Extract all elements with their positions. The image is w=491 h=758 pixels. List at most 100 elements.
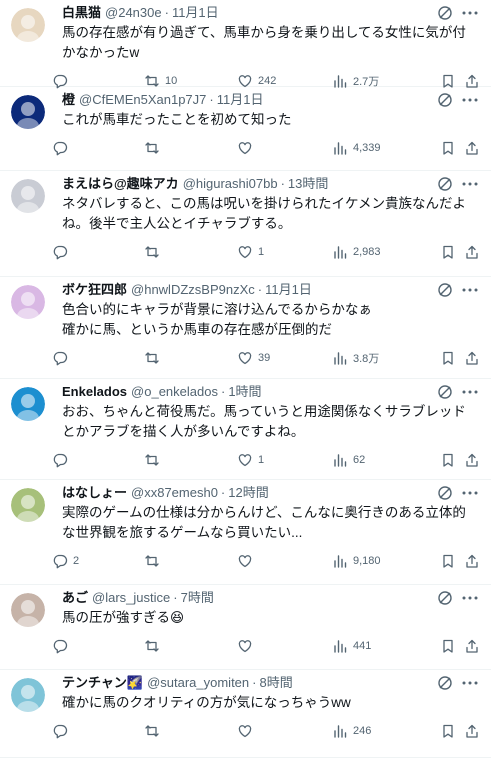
reply-tweet[interactable]: Enkelados @o_enkelados · 1時間 おお、ちゃんと荷役馬だ… [0,379,491,480]
bookmark-icon [443,554,453,568]
like-button[interactable] [237,637,258,655]
reply-tweet[interactable]: テンチャン🌠 @sutara_yomiten · 8時間 確かに馬のクオリティの… [0,670,491,758]
user-handle[interactable]: @o_enkelados [131,383,218,401]
timestamp[interactable]: 11月1日 [172,4,219,22]
share-button[interactable] [464,722,480,740]
reply-button[interactable] [52,139,73,157]
display-name[interactable]: はなしょー [62,484,127,502]
avatar[interactable] [11,8,45,42]
grok-icon[interactable] [437,384,453,400]
bookmark-button[interactable] [440,552,456,570]
more-options-icon[interactable] [461,92,479,108]
views-button[interactable]: 246 [332,722,371,740]
display-name[interactable]: テンチャン🌠 [62,674,143,692]
like-button[interactable]: 39 [237,349,270,367]
reply-button[interactable] [52,349,73,367]
grok-icon[interactable] [437,5,453,21]
views-button[interactable]: 4,339 [332,139,381,157]
grok-icon[interactable] [437,92,453,108]
reply-tweet[interactable]: 橙 @CfEMEn5Xan1p7J7 · 11月1日 これが馬車だったことを初め… [0,87,491,171]
more-options-icon[interactable] [461,485,479,501]
bookmark-button[interactable] [440,451,456,469]
user-handle[interactable]: @hnwlDZzsBP9nzXc [131,281,255,299]
avatar[interactable] [11,488,45,522]
views-button[interactable]: 9,180 [332,552,381,570]
more-options-icon[interactable] [461,176,479,192]
display-name[interactable]: Enkelados [62,383,127,401]
retweet-button[interactable] [144,722,165,740]
retweet-button[interactable] [144,451,165,469]
views-button[interactable]: 3.8万 [332,349,379,367]
reply-tweet[interactable]: はなしょー @xx87emesh0 · 12時間 実際のゲームの仕様は分からんけ… [0,480,491,585]
user-handle[interactable]: @24n30e [105,4,162,22]
reply-tweet[interactable]: まえはら@趣味アカ @higurashi07bb · 13時間 ネタバレすると、… [0,171,491,277]
retweet-button[interactable] [144,349,165,367]
more-options-icon[interactable] [461,384,479,400]
timestamp[interactable]: 12時間 [228,484,268,502]
share-button[interactable] [464,349,480,367]
grok-icon[interactable] [437,590,453,606]
avatar[interactable] [11,179,45,213]
share-button[interactable] [464,243,480,261]
reply-button[interactable] [52,451,73,469]
reply-button[interactable] [52,243,73,261]
timestamp[interactable]: 13時間 [288,175,328,193]
bookmark-button[interactable] [440,637,456,655]
user-handle[interactable]: @lars_justice [92,589,170,607]
grok-icon[interactable] [437,176,453,192]
reply-button[interactable]: 2 [52,552,79,570]
timestamp[interactable]: 11月1日 [217,91,264,109]
display-name[interactable]: 白黒猫 [62,4,101,22]
reply-button[interactable] [52,637,73,655]
user-handle[interactable]: @xx87emesh0 [131,484,218,502]
bookmark-button[interactable] [440,243,456,261]
share-button[interactable] [464,637,480,655]
more-options-icon[interactable] [461,590,479,606]
reply-button[interactable] [52,722,73,740]
views-button[interactable]: 441 [332,637,371,655]
timestamp[interactable]: 11月1日 [265,281,312,299]
share-button[interactable] [464,451,480,469]
avatar[interactable] [11,678,45,712]
retweet-button[interactable] [144,637,165,655]
bookmark-button[interactable] [440,139,456,157]
grok-icon[interactable] [437,485,453,501]
views-button[interactable]: 2,983 [332,243,381,261]
display-name[interactable]: まえはら@趣味アカ [62,175,179,193]
more-options-icon[interactable] [461,5,479,21]
display-name[interactable]: 橙 [62,91,75,109]
retweet-button[interactable] [144,552,165,570]
timestamp[interactable]: 7時間 [181,589,214,607]
reply-tweet[interactable]: あご @lars_justice · 7時間 馬の圧が強すぎる😆 441 [0,585,491,670]
timestamp[interactable]: 1時間 [228,383,261,401]
bookmark-button[interactable] [440,722,456,740]
user-handle[interactable]: @sutara_yomiten [147,674,249,692]
like-button[interactable]: 1 [237,451,264,469]
retweet-button[interactable] [144,139,165,157]
like-button[interactable] [237,552,258,570]
retweet-button[interactable] [144,243,165,261]
like-button[interactable] [237,139,258,157]
reply-tweet[interactable]: 白黒猫 @24n30e · 11月1日 馬の存在感が有り過ぎて、馬車から身を乗り… [0,0,491,89]
timestamp[interactable]: 8時間 [259,674,292,692]
user-handle[interactable]: @higurashi07bb [183,175,278,193]
bookmark-button[interactable] [440,349,456,367]
avatar[interactable] [11,95,45,129]
more-options-icon[interactable] [461,675,479,691]
views-button[interactable]: 62 [332,451,365,469]
grok-icon[interactable] [437,675,453,691]
like-button[interactable] [237,722,258,740]
share-button[interactable] [464,139,480,157]
grok-icon[interactable] [437,282,453,298]
user-handle[interactable]: @CfEMEn5Xan1p7J7 [79,91,206,109]
avatar[interactable] [11,593,45,627]
display-name[interactable]: ボケ狂四郎 [62,281,127,299]
like-button[interactable]: 1 [237,243,264,261]
avatar[interactable] [11,285,45,319]
avatar[interactable] [11,387,45,421]
reply-header: 橙 @CfEMEn5Xan1p7J7 · 11月1日 [62,91,477,109]
more-options-icon[interactable] [461,282,479,298]
share-button[interactable] [464,552,480,570]
reply-tweet[interactable]: ボケ狂四郎 @hnwlDZzsBP9nzXc · 11月1日 色合い的にキャラが… [0,277,491,379]
display-name[interactable]: あご [62,589,88,607]
